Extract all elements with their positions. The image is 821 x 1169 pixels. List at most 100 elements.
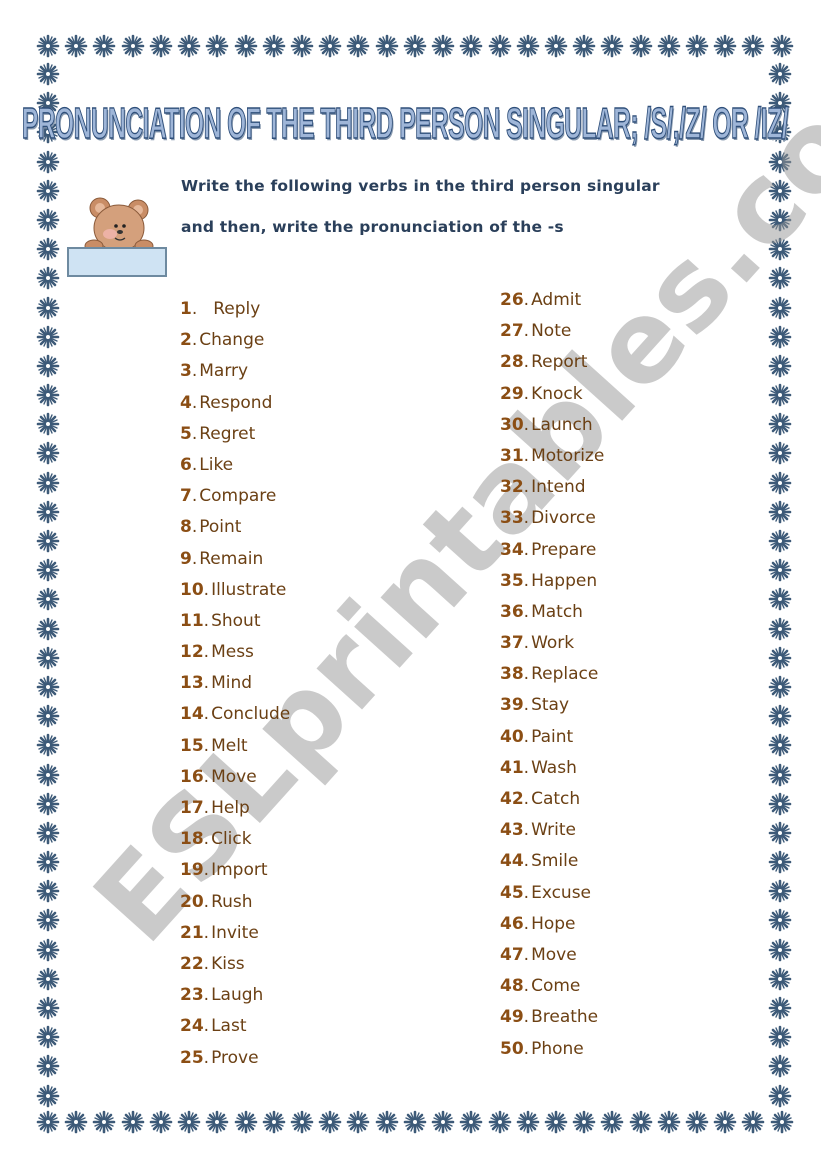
snowflake-icon (36, 587, 60, 611)
snowflake-icon (177, 1110, 201, 1134)
snowflake-icon (431, 34, 455, 58)
snowflake-icon (768, 733, 792, 757)
snowflake-icon (36, 1110, 60, 1134)
snowflake-icon (768, 179, 792, 203)
verb-item: 1. Reply (180, 296, 290, 327)
snowflake-icon (768, 412, 792, 436)
verb-word: Mess (211, 642, 254, 663)
snowflake-icon (657, 1110, 681, 1134)
verb-word: Write (531, 820, 576, 841)
verb-word: Invite (211, 922, 259, 943)
verb-number: 31 (500, 445, 524, 466)
verb-item: 34. Prepare (500, 537, 604, 568)
snowflake-icon (36, 704, 60, 728)
verb-number: 29 (500, 383, 524, 404)
verb-word: Shout (211, 610, 261, 631)
verb-number: 6 (180, 454, 192, 475)
verb-number: 12 (180, 642, 204, 663)
verb-word: Admit (531, 290, 582, 310)
snowflake-icon (770, 1110, 794, 1134)
snowflake-icon (741, 34, 765, 58)
verb-word: Help (211, 798, 250, 818)
verb-number: 43 (500, 820, 524, 841)
verb-word: Report (531, 352, 588, 373)
snowflake-icon (36, 296, 60, 320)
verb-item: 8. Point (180, 514, 290, 545)
snowflake-icon (768, 821, 792, 845)
verb-item: 46. Hope (500, 911, 604, 942)
verb-word: Change (199, 330, 265, 351)
verb-item: 11. Shout (180, 608, 290, 639)
snowflake-icon (768, 1025, 792, 1049)
snowflake-icon (768, 792, 792, 816)
snowflake-icon (36, 150, 60, 174)
verb-item: 18. Click (180, 826, 290, 857)
snowflake-icon (36, 208, 60, 232)
verb-number: 7 (180, 486, 192, 507)
verb-word: Rush (211, 891, 253, 912)
snowflake-icon (657, 34, 681, 58)
verb-word: Hope (531, 913, 576, 934)
snowflake-icon (36, 62, 60, 86)
snowflake-icon (36, 179, 60, 203)
verb-item: 22. Kiss (180, 951, 290, 982)
snowflake-icon (234, 34, 258, 58)
snowflake-icon (36, 996, 60, 1020)
verb-item: 9. Remain (180, 546, 290, 577)
verb-number: 38 (500, 664, 524, 685)
verb-item: 12. Mess (180, 639, 290, 670)
snowflake-icon (629, 34, 653, 58)
snowflake-icon (92, 34, 116, 58)
verb-item: 49. Breathe (500, 1004, 604, 1035)
snowflake-icon (713, 1110, 737, 1134)
verb-item: 36. Match (500, 599, 604, 630)
verb-word: Click (211, 829, 252, 850)
snowflake-icon (36, 821, 60, 845)
snowflake-icon (629, 1110, 653, 1134)
verb-number: 18 (180, 829, 204, 850)
verb-number: 8 (180, 517, 192, 538)
snowflake-icon (768, 646, 792, 670)
verb-word: Wash (531, 757, 577, 778)
snowflake-icon (121, 34, 145, 58)
verb-number: 15 (180, 735, 204, 756)
verb-word: Prepare (531, 539, 597, 560)
title-text: PRONUNCIATION OF THE THIRD PERSON SINGUL… (22, 98, 789, 148)
snowflake-icon (234, 1110, 258, 1134)
verb-number: 4 (180, 392, 192, 413)
snowflake-icon (403, 1110, 427, 1134)
verb-number: 1 (180, 299, 192, 319)
snowflake-icon (431, 1110, 455, 1134)
snowflake-icon (375, 34, 399, 58)
verb-word: Kiss (211, 953, 245, 974)
snowflake-icon (572, 34, 596, 58)
verb-number: 24 (180, 1016, 204, 1037)
snowflake-icon (600, 1110, 624, 1134)
snowflake-icon (713, 34, 737, 58)
verb-number: 9 (180, 548, 192, 569)
verb-item: 13. Mind (180, 670, 290, 701)
verb-item: 50. Phone (500, 1036, 604, 1067)
snowflake-icon (262, 34, 286, 58)
snowflake-icon (290, 34, 314, 58)
verb-number: 49 (500, 1007, 524, 1028)
verb-item: 41. Wash (500, 755, 604, 786)
snowflake-icon (741, 1110, 765, 1134)
verb-item: 19. Import (180, 857, 290, 888)
snowflake-icon (768, 763, 792, 787)
verb-word: Import (211, 860, 268, 881)
verb-number: 16 (180, 766, 204, 787)
verb-number: 26 (500, 290, 524, 310)
snowflake-icon (600, 34, 624, 58)
snowflake-icon (36, 412, 60, 436)
verb-word: Happen (531, 570, 598, 591)
teddy-bear-icon (66, 186, 168, 278)
snowflake-icon (36, 879, 60, 903)
snowflake-icon (544, 34, 568, 58)
verb-item: 14. Conclude (180, 701, 290, 732)
verb-item: 48. Come (500, 973, 604, 1004)
verb-item: 44. Smile (500, 848, 604, 879)
snowflake-icon (768, 879, 792, 903)
verb-word: Respond (199, 392, 273, 413)
verb-word: Work (531, 633, 575, 654)
